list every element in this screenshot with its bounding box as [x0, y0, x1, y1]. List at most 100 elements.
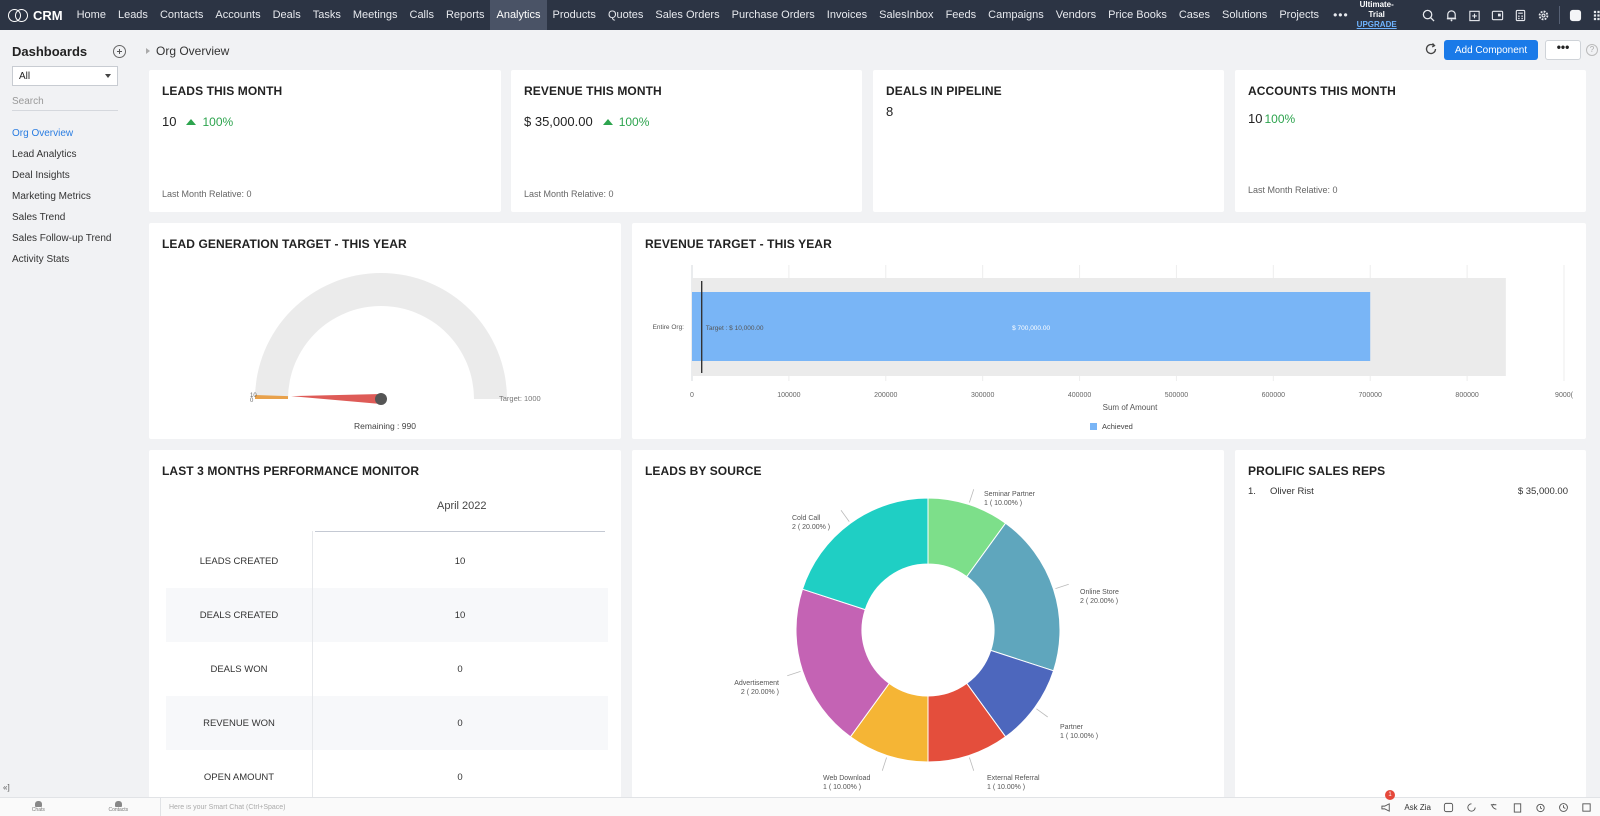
- metric-label: OPEN AMOUNT: [203, 771, 275, 783]
- megaphone-icon[interactable]: [1381, 802, 1392, 813]
- nav-item-accounts[interactable]: Accounts: [209, 0, 266, 30]
- nav-item-salesinbox[interactable]: SalesInbox: [873, 0, 939, 30]
- apps-grid-icon[interactable]: [1587, 0, 1600, 30]
- card-title: LAST 3 MONTHS PERFORMANCE MONITOR: [162, 464, 420, 478]
- nav-item-reports[interactable]: Reports: [440, 0, 491, 30]
- nav-item-sales-orders[interactable]: Sales Orders: [649, 0, 725, 30]
- bell-icon[interactable]: [1440, 0, 1463, 30]
- kpi-card-leads-this-month[interactable]: LEADS THIS MONTH 10 100% Last Month Relativ…: [149, 70, 501, 212]
- metric-label: DEALS WON: [210, 663, 268, 675]
- dashboard-search-input[interactable]: [12, 93, 118, 111]
- slice-label: Advertisement: [734, 680, 779, 687]
- sidebar-item-sales-trend[interactable]: Sales Trend: [12, 207, 126, 228]
- nav-item-calls[interactable]: Calls: [404, 0, 440, 30]
- metric-value[interactable]: 0: [312, 664, 608, 675]
- leads-by-source-card[interactable]: LEADS BY SOURCE Seminar Partner 1 ( 10.00…: [632, 450, 1224, 798]
- gear-icon[interactable]: [1532, 0, 1555, 30]
- smart-chat-input[interactable]: [160, 798, 1382, 816]
- nav-item-invoices[interactable]: Invoices: [821, 0, 873, 30]
- nav-item-home[interactable]: Home: [71, 0, 112, 30]
- refresh-icon[interactable]: [1424, 42, 1438, 56]
- alarm-icon[interactable]: [1535, 802, 1546, 813]
- kpi-card-deals-in-pipeline[interactable]: DEALS IN PIPELINE 8: [873, 70, 1224, 212]
- donut-slice-cold-call[interactable]: [801, 497, 929, 611]
- nav-item-price-books[interactable]: Price Books: [1102, 0, 1173, 30]
- sidebar-item-lead-analytics[interactable]: Lead Analytics: [12, 144, 126, 165]
- nav-item-leads[interactable]: Leads: [112, 0, 154, 30]
- dashboard-filter-select[interactable]: All: [12, 66, 118, 86]
- nav-item-solutions[interactable]: Solutions: [1216, 0, 1273, 30]
- table-row: LEADS CREATED 10: [166, 534, 608, 588]
- calendar-add-icon[interactable]: [1463, 0, 1486, 30]
- upgrade-link[interactable]: UPGRADE: [1357, 20, 1397, 30]
- expand-icon[interactable]: [1581, 802, 1592, 813]
- prolific-sales-reps-card[interactable]: PROLIFIC SALES REPS 1. Oliver Rist $ 35,…: [1235, 450, 1586, 798]
- add-component-button[interactable]: Add Component: [1444, 40, 1538, 60]
- revenue-target-card[interactable]: REVENUE TARGET - THIS YEAR Target : $ 10…: [632, 223, 1586, 439]
- performance-monitor-card[interactable]: LAST 3 MONTHS PERFORMANCE MONITOR April …: [149, 450, 621, 798]
- slice-value-label: 2 ( 20.00% ): [792, 524, 830, 531]
- add-dashboard-icon[interactable]: [113, 45, 126, 58]
- nav-item-quotes[interactable]: Quotes: [602, 0, 649, 30]
- nav-item-tasks[interactable]: Tasks: [307, 0, 347, 30]
- trial-info[interactable]: Ultimate-Trial UPGRADE: [1357, 0, 1409, 30]
- slice-label: Web Download: [823, 775, 870, 782]
- ask-zia-button[interactable]: Ask Zia: [1404, 803, 1431, 812]
- sidebar-item-sales-follow-up-trend[interactable]: Sales Follow-up Trend: [12, 228, 126, 249]
- help-icon[interactable]: ?: [1586, 44, 1598, 56]
- calculator-icon[interactable]: [1509, 0, 1532, 30]
- kpi-value: $ 35,000.00: [524, 114, 593, 129]
- nav-item-cases[interactable]: Cases: [1173, 0, 1216, 30]
- nav-item-projects[interactable]: Projects: [1273, 0, 1325, 30]
- lead-gen-target-card[interactable]: LEAD GENERATION TARGET - THIS YEAR 10 0 Ta…: [149, 223, 621, 439]
- history-icon[interactable]: [1466, 802, 1477, 813]
- dashboards-sidebar: Dashboards All Org OverviewLead Analytic…: [0, 30, 138, 782]
- nav-item-contacts[interactable]: Contacts: [154, 0, 209, 30]
- kpi-card-revenue-this-month[interactable]: REVENUE THIS MONTH $ 35,000.00 100% Last Mo…: [511, 70, 862, 212]
- x-tick-label: 0: [690, 392, 694, 399]
- brand[interactable]: CRM: [0, 8, 71, 23]
- leader-line: [881, 757, 887, 771]
- search-icon[interactable]: [1417, 0, 1440, 30]
- metric-value[interactable]: 0: [312, 772, 608, 783]
- nav-item-feeds[interactable]: Feeds: [940, 0, 983, 30]
- nav-item-products[interactable]: Products: [547, 0, 602, 30]
- chats-label: Chats: [31, 807, 45, 813]
- sidebar-item-org-overview[interactable]: Org Overview: [12, 123, 126, 144]
- zia-icon[interactable]: [1443, 802, 1454, 813]
- table-row: DEALS WON 0: [166, 642, 608, 696]
- sidebar-item-activity-stats[interactable]: Activity Stats: [12, 249, 126, 270]
- sidebar-item-marketing-metrics[interactable]: Marketing Metrics: [12, 186, 126, 207]
- metric-value[interactable]: 0: [312, 718, 608, 729]
- metric-value[interactable]: 10: [312, 610, 608, 621]
- card-title: ACCOUNTS THIS MONTH: [1248, 84, 1396, 98]
- nav-item-deals[interactable]: Deals: [267, 0, 307, 30]
- chats-button[interactable]: Chats: [32, 801, 45, 813]
- kpi-change: 100%: [1264, 111, 1296, 126]
- nav-item-analytics[interactable]: Analytics: [490, 0, 547, 30]
- user-avatar-icon[interactable]: [1564, 0, 1587, 30]
- nav-item-campaigns[interactable]: Campaigns: [982, 0, 1050, 30]
- sales-rep-row[interactable]: 1. Oliver Rist $ 35,000.00: [1248, 486, 1568, 497]
- kpi-card-accounts-this-month[interactable]: ACCOUNTS THIS MONTH 10 100% Last Month Rela…: [1235, 70, 1586, 212]
- x-tick-label: 100000: [777, 392, 800, 399]
- card-title: LEADS THIS MONTH: [162, 84, 283, 98]
- translate-icon[interactable]: [1489, 802, 1500, 813]
- x-tick-label: 800000: [1455, 392, 1478, 399]
- sidebar-item-deal-insights[interactable]: Deal Insights: [12, 165, 126, 186]
- contacts-button[interactable]: Contacts: [108, 801, 128, 813]
- recent-icon[interactable]: [1558, 802, 1569, 813]
- nav-item-meetings[interactable]: Meetings: [347, 0, 404, 30]
- nav-icons: [1417, 0, 1600, 30]
- collapse-sidebar-icon[interactable]: «]: [3, 783, 10, 792]
- clipboard-icon[interactable]: [1512, 802, 1523, 813]
- nav-item-vendors[interactable]: Vendors: [1050, 0, 1102, 30]
- profile-card-icon[interactable]: [1486, 0, 1509, 30]
- month-underline: [315, 531, 605, 532]
- dashboard-more-button[interactable]: •••: [1545, 40, 1581, 60]
- kpi-value: 10: [162, 114, 177, 129]
- metric-value[interactable]: 10: [312, 556, 608, 567]
- nav-item-purchase-orders[interactable]: Purchase Orders: [726, 0, 821, 30]
- nav-more-button[interactable]: •••: [1325, 0, 1357, 30]
- legend-label[interactable]: Achieved: [1102, 422, 1133, 431]
